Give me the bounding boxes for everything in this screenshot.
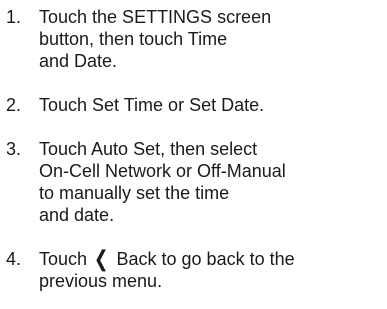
step-number: 4. bbox=[6, 249, 22, 269]
step-text: Touch Set Time or Set Date. bbox=[39, 94, 384, 116]
step-line-end: Back to go back to the bbox=[116, 249, 295, 269]
step-number: 1. bbox=[6, 7, 22, 27]
step-line: Touch ❮ Back to go back to the bbox=[39, 248, 384, 270]
step-line: to manually set the time bbox=[39, 183, 230, 203]
step-number: 3. bbox=[6, 139, 22, 159]
step-text: Touch Auto Set, then select On-Cell Netw… bbox=[39, 138, 384, 226]
step-line: Touch the SETTINGS screen bbox=[39, 7, 272, 27]
step-line: Touch Set Time or Set Date. bbox=[39, 95, 265, 115]
step-text: Touch ❮ Back to go back to the previous m… bbox=[39, 248, 384, 292]
step-line: button, then touch Time bbox=[39, 29, 228, 49]
step-text: Touch the SETTINGS screen button, then t… bbox=[39, 6, 384, 72]
back-chevron-icon: ❮ bbox=[93, 246, 109, 271]
step-line: previous menu. bbox=[39, 271, 163, 291]
step-line-start: Touch bbox=[39, 249, 88, 269]
step-line: On-Cell Network or Off-Manual bbox=[39, 161, 286, 181]
step-line: and date. bbox=[39, 205, 115, 225]
step-number: 2. bbox=[6, 95, 22, 115]
step-line: Touch Auto Set, then select bbox=[39, 139, 258, 159]
step-line: and Date. bbox=[39, 51, 118, 71]
